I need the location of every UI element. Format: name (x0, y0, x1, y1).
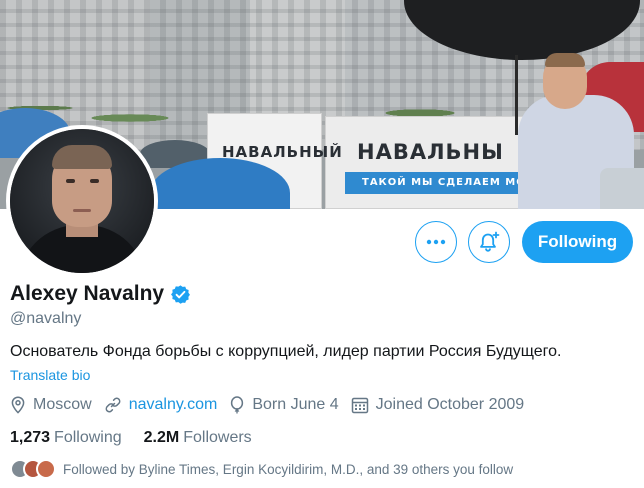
profile-name-row: Alexey Navalny (10, 282, 191, 306)
avatar-mouth (73, 209, 91, 212)
more-options-button[interactable] (415, 221, 457, 263)
calendar-icon (351, 397, 368, 414)
followers-label: Followers (183, 429, 252, 446)
follower-avatar (36, 459, 56, 479)
banner-car (600, 168, 644, 209)
following-label: Following (54, 429, 122, 446)
profile-avatar[interactable] (6, 125, 158, 277)
more-horizontal-icon (426, 239, 446, 245)
followed-by-row[interactable]: Followed by Byline Times, Ergin Kocyildi… (10, 459, 513, 479)
website-link[interactable]: navalny.com (129, 396, 218, 414)
location-pin-icon (11, 396, 25, 414)
avatar-eye (90, 179, 99, 183)
avatar-hair (52, 145, 112, 169)
following-count: 1,273 (10, 429, 51, 446)
verified-badge-icon (171, 284, 191, 304)
banner-person-hair (545, 53, 585, 67)
profile-meta-row: Moscow navalny.com Born June 4 Joined Oc… (10, 396, 536, 414)
followed-by-avatars (10, 459, 58, 479)
banner-sign-text: НАВАЛЬНЫЙ (222, 143, 343, 161)
profile-name: Alexey Navalny (10, 282, 165, 305)
joined-text: Joined October 2009 (375, 396, 525, 413)
location-text: Moscow (33, 396, 92, 413)
notifications-button[interactable] (468, 221, 510, 263)
birthday-item: Born June 4 (229, 396, 339, 414)
profile-stats-row: 1,273 Following 2.2M Followers (10, 429, 274, 447)
following-button[interactable]: Following (522, 221, 633, 263)
following-stat-link[interactable]: 1,273 Following (10, 429, 122, 447)
profile-handle: @navalny (10, 310, 82, 327)
balloon-icon (231, 396, 244, 414)
bell-plus-icon (480, 231, 500, 252)
profile-bio: Основатель Фонда борьбы с коррупцией, ли… (10, 343, 562, 360)
birthday-text: Born June 4 (252, 396, 339, 413)
translate-bio-link[interactable]: Translate bio (10, 367, 90, 383)
followers-count: 2.2M (143, 429, 180, 446)
website-item: navalny.com (104, 396, 218, 414)
followers-stat-link[interactable]: 2.2M Followers (144, 429, 252, 447)
avatar-eye (66, 179, 75, 183)
banner-sign-text: НАВАЛЬНЫ (357, 140, 504, 164)
joined-item: Joined October 2009 (351, 396, 525, 414)
banner-slogan-text: ТАКОЙ МЫ СДЕЛАЕМ МОСК (362, 177, 544, 188)
followed-by-text: Followed by Byline Times, Ergin Kocyildi… (63, 461, 514, 477)
location-item: Moscow (10, 396, 92, 414)
link-icon (105, 397, 121, 413)
